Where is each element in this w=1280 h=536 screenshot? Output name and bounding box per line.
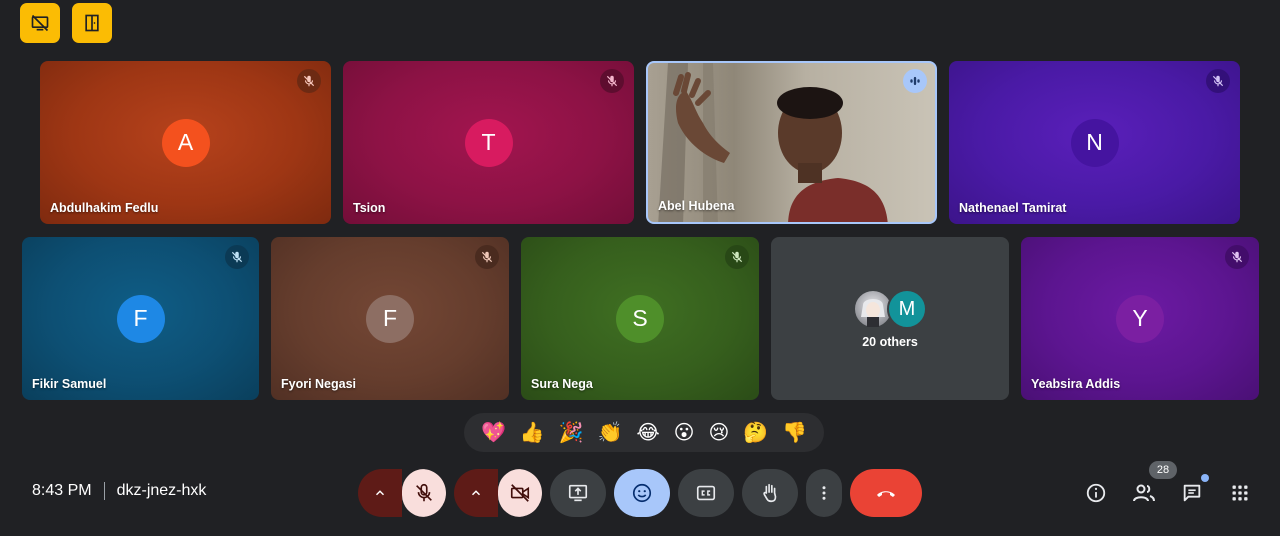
door-badge[interactable] [72,3,112,43]
mic-toggle-button[interactable] [402,469,446,517]
clock-time: 8:43 PM [32,482,92,499]
reaction-thumbs-up[interactable]: 👍 [520,423,545,443]
more-vert-icon [822,486,826,500]
reaction-thumbs-down[interactable]: 👎 [782,423,807,443]
camera-toggle-button[interactable] [498,469,542,517]
people-icon [1133,484,1155,502]
participant-tile[interactable]: Y Yeabsira Addis [1021,237,1259,400]
call-end-icon [877,491,895,497]
present-button[interactable] [550,469,606,517]
mic-options-button[interactable] [358,469,402,517]
muted-indicator [297,69,321,93]
reactions-button[interactable] [614,469,670,517]
speaking-indicator [903,69,927,93]
avatar: F [366,294,414,343]
participant-name: Abdulhakim Fedlu [50,201,159,215]
chat-icon [1183,484,1201,502]
captions-button[interactable] [678,469,734,517]
participant-name: Fikir Samuel [32,377,107,391]
avatar: S [616,294,664,343]
reaction-sparkling-heart[interactable]: 💖 [481,423,506,443]
more-options-button[interactable] [806,469,842,517]
muted-indicator [1225,245,1249,269]
muted-indicator [475,245,499,269]
mic-off-icon [416,483,432,502]
screen-share-off-icon [31,14,49,32]
avatar: N [1070,118,1119,167]
emoji-icon [632,483,652,503]
activities-button[interactable] [1224,477,1256,509]
mic-control-group [358,469,446,517]
participant-tile[interactable]: F Fikir Samuel [22,237,259,400]
reaction-party-popper[interactable]: 🎉 [559,423,584,443]
participant-name: Fyori Negasi [281,377,357,391]
mic-off-icon [731,251,743,263]
screen-share-off-badge[interactable] [20,3,60,43]
people-button[interactable] [1128,477,1160,509]
muted-indicator [225,245,249,269]
apps-grid-icon [1232,485,1248,501]
present-screen-icon [568,484,588,502]
mic-off-icon [1212,75,1224,87]
mic-off-icon [1231,251,1243,263]
avatar: F [116,294,165,343]
camera-control-group [454,469,542,517]
participant-name: Tsion [353,201,386,215]
mic-off-icon [481,251,493,263]
avatar: M [887,289,927,329]
avatar: A [161,118,210,167]
avatar: T [464,118,513,167]
reaction-thinking[interactable]: 🤔 [743,423,768,443]
participant-video-tile[interactable]: Abel Hubena [646,61,937,224]
meeting-info-button[interactable] [1080,477,1112,509]
raise-hand-button[interactable] [742,469,798,517]
door-icon [85,14,99,32]
reaction-surprised[interactable]: 😮 [674,423,695,443]
reactions-bar: 💖 👍 🎉 👏 😂 😮 😢 🤔 👎 [464,413,824,452]
mic-off-icon [606,75,618,87]
muted-indicator [1206,69,1230,93]
audio-level-icon [910,76,920,86]
anime-avatar-icon [861,299,885,327]
leave-call-button[interactable] [850,469,922,517]
avatar: Y [1116,294,1164,343]
participant-name: Abel Hubena [658,199,735,213]
meeting-details: 8:43 PM dkz-jnez-hxk [32,482,206,500]
participant-tile[interactable]: F Fyori Negasi [271,237,509,400]
others-label: 20 others [862,335,918,349]
participant-name: Yeabsira Addis [1031,377,1121,391]
reaction-clapping[interactable]: 👏 [598,423,623,443]
reaction-joy[interactable]: 😂 [636,423,659,443]
reaction-sad[interactable]: 😢 [708,423,729,443]
muted-indicator [725,245,749,269]
meeting-code: dkz-jnez-hxk [116,482,207,499]
raise-hand-icon [763,483,777,503]
people-count-badge: 28 [1149,461,1177,479]
mic-off-icon [303,75,315,87]
meet-window: A Abdulhakim Fedlu T Tsion Abel Hubena N… [4,0,1276,532]
participant-name: Sura Nega [531,377,593,391]
others-avatars: M [853,289,929,329]
mic-off-icon [231,251,243,263]
info-icon [1086,483,1106,503]
camera-options-button[interactable] [454,469,498,517]
chat-notification-dot [1201,474,1209,482]
muted-indicator [600,69,624,93]
chevron-up-icon [471,490,481,496]
chevron-up-icon [375,490,385,496]
participant-tile[interactable]: S Sura Nega [521,237,759,400]
participant-tile[interactable]: N Nathenael Tamirat [949,61,1240,224]
divider [103,482,105,500]
closed-captions-icon [696,485,716,501]
participant-name: Nathenael Tamirat [959,201,1067,215]
participant-tile[interactable]: A Abdulhakim Fedlu [40,61,331,224]
video-off-icon [510,484,530,502]
others-tile[interactable]: M 20 others [771,237,1009,400]
participant-tile[interactable]: T Tsion [343,61,634,224]
